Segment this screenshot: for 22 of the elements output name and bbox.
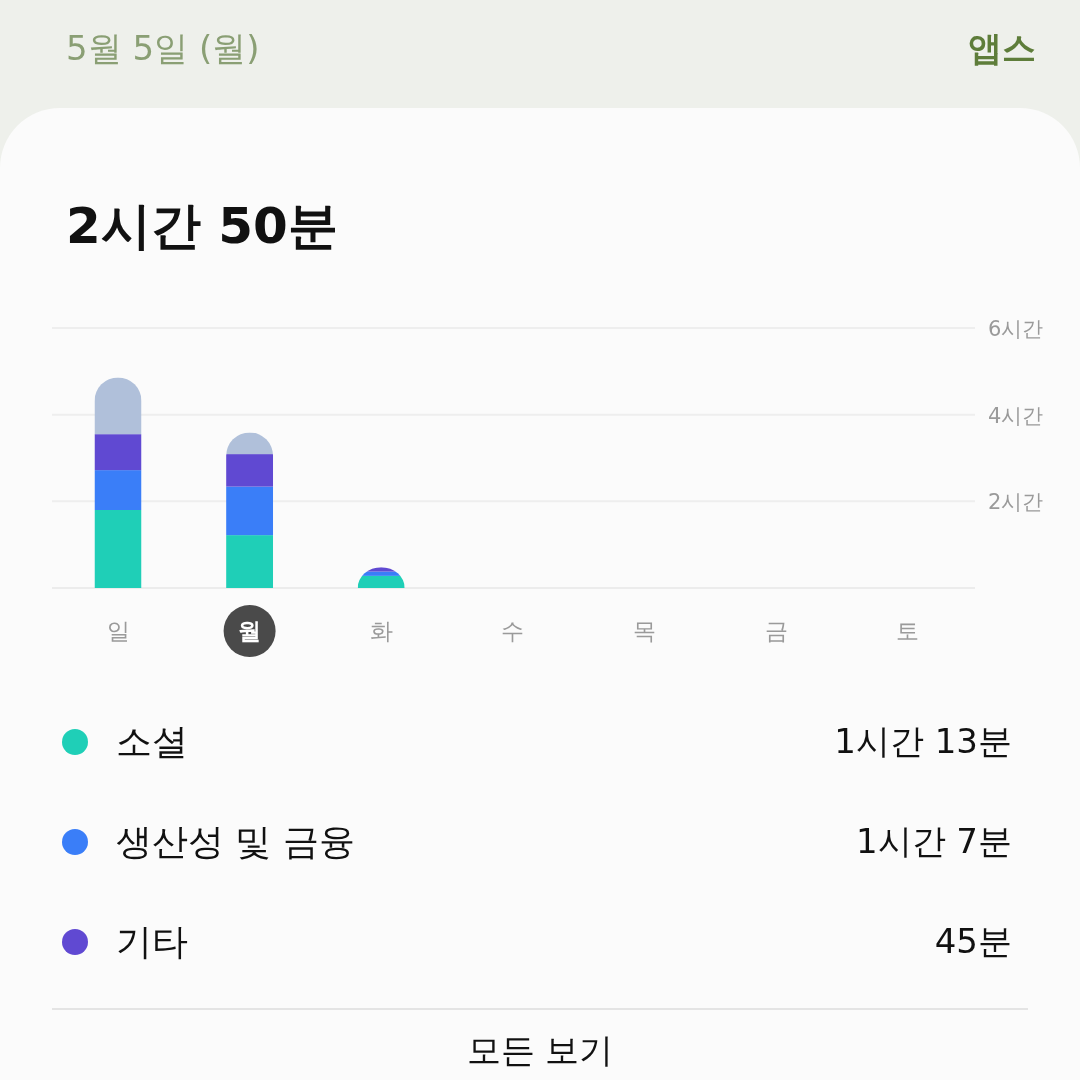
category-time: 1시간 13분 — [834, 720, 1012, 763]
day-tab[interactable]: 금 — [764, 618, 788, 644]
category-name: 기타 — [116, 919, 189, 964]
date-label: 5월 5일 (월) — [66, 27, 260, 70]
day-tab[interactable]: 일 — [106, 618, 130, 644]
category-name: 소셜 — [116, 719, 189, 764]
day-tab[interactable]: 토 — [896, 618, 920, 644]
day-tab[interactable]: 화 — [369, 618, 393, 644]
day-tab[interactable]: 목 — [632, 618, 656, 644]
axis-label: 2시간 — [988, 490, 1044, 515]
day-tab[interactable]: 수 — [501, 618, 525, 644]
x-tick-label: 월 — [238, 618, 262, 644]
category-time: 45분 — [934, 920, 1012, 963]
axis-label: 4시간 — [988, 403, 1044, 428]
total-time: 2시간 50분 — [66, 196, 339, 256]
apps-link[interactable]: 앱스 — [968, 26, 1036, 72]
bar-segment — [226, 535, 274, 588]
category-time: 1시간 7분 — [855, 820, 1012, 863]
day-tab[interactable]: 월 — [223, 605, 276, 657]
axis-label: 6시간 — [988, 317, 1044, 341]
view-all-link[interactable]: 모든 보기 — [466, 1028, 614, 1074]
category-name: 생산성 및 금융 — [116, 819, 356, 864]
